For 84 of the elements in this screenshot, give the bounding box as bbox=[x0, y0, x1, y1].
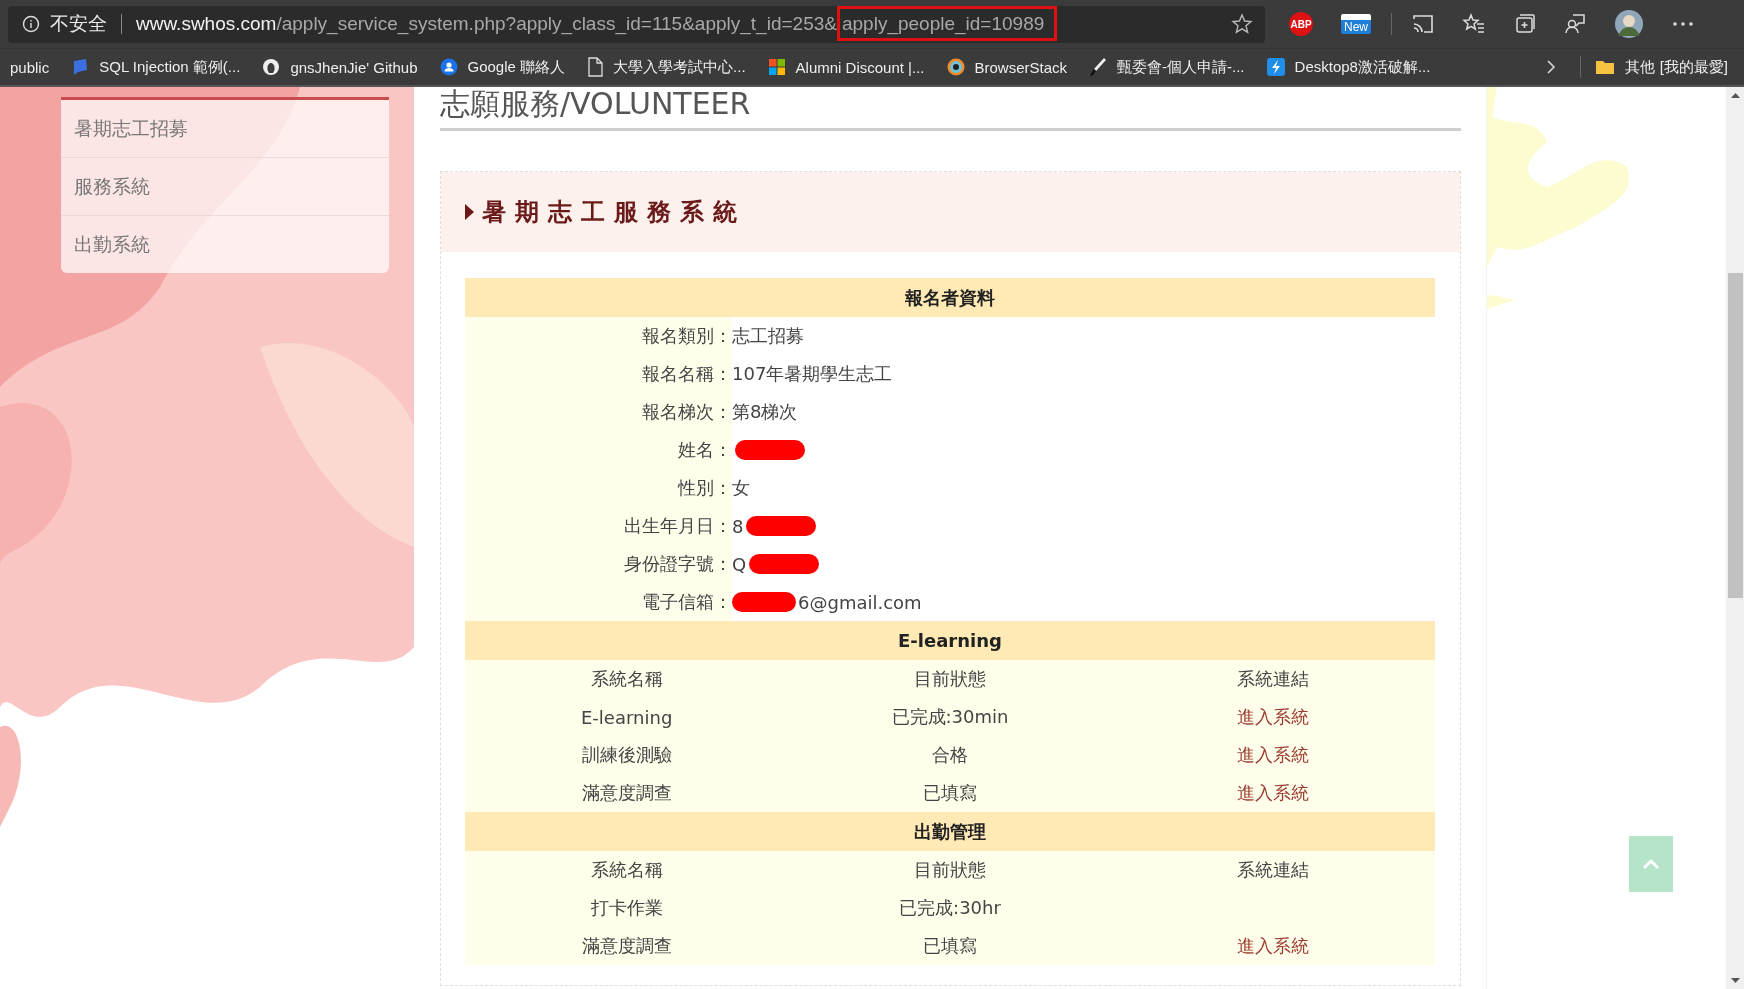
chat-bubble-icon bbox=[71, 58, 90, 76]
url-path: /apply_service_system.php?apply_class_id=115&apply_t_id=253& bbox=[276, 13, 837, 34]
more-icon[interactable] bbox=[1672, 21, 1694, 27]
sidebar-item[interactable]: 出勤系統 bbox=[61, 216, 389, 273]
enter-system-link[interactable]: 進入系統 bbox=[1237, 743, 1310, 767]
redaction-mark bbox=[735, 440, 805, 460]
panel-title: 暑期志工服務系統 bbox=[482, 197, 746, 228]
lightning-icon bbox=[1266, 58, 1285, 76]
redaction-mark bbox=[732, 592, 796, 612]
table-cell-text: 滿意度調查 bbox=[580, 781, 673, 805]
cast-icon[interactable] bbox=[1412, 14, 1434, 34]
sidebar-item[interactable]: 服務系統 bbox=[61, 158, 389, 216]
column-header: 系統名稱 bbox=[589, 858, 664, 882]
column-header: 目前狀態 bbox=[913, 667, 987, 691]
table-cell-text: 訓練後測驗 bbox=[580, 743, 673, 767]
field-label: 性別： bbox=[465, 469, 732, 507]
field-value: 女 bbox=[732, 476, 750, 500]
section-header: 出勤管理 bbox=[465, 812, 1435, 851]
bookmark[interactable]: 甄委會-個人申請-... bbox=[1089, 57, 1245, 77]
table-cell-text: 已完成:30min bbox=[890, 705, 1010, 729]
table-cell-text: 打卡作業 bbox=[589, 896, 664, 920]
field-label: 報名名稱： bbox=[465, 355, 732, 393]
favorites-icon[interactable] bbox=[1462, 13, 1486, 35]
section-header: 報名者資料 bbox=[465, 278, 1435, 317]
field-label: 出生年月日： bbox=[465, 507, 732, 545]
highlighted-url-part: apply_people_id=10989 bbox=[836, 6, 1058, 41]
chevron-up-icon bbox=[1642, 858, 1660, 870]
field-label: 報名梯次： bbox=[465, 393, 732, 431]
bookmark[interactable]: BrowserStack bbox=[946, 57, 1068, 77]
bookmark[interactable]: gnsJhenJie' Github bbox=[262, 57, 418, 77]
bookmark-folder[interactable]: 其他 [我的最愛] bbox=[1595, 57, 1728, 77]
redaction-mark bbox=[746, 516, 817, 536]
enter-system-link[interactable]: 進入系統 bbox=[1237, 934, 1310, 958]
column-header: 系統名稱 bbox=[589, 667, 664, 691]
scrollbar[interactable] bbox=[1726, 87, 1744, 989]
avatar-icon[interactable] bbox=[1614, 9, 1644, 39]
folder-icon bbox=[1595, 59, 1616, 75]
star-icon[interactable] bbox=[1231, 13, 1253, 35]
windows-logo-icon bbox=[767, 58, 786, 76]
chevron-right-icon[interactable] bbox=[1546, 59, 1557, 75]
table-cell-text: 已完成:30hr bbox=[898, 896, 1002, 920]
field-value: 志工招募 bbox=[732, 324, 804, 348]
page-icon bbox=[587, 57, 604, 77]
field-value: 8 bbox=[732, 515, 744, 537]
column-header: 系統連結 bbox=[1236, 858, 1311, 882]
bookmark[interactable]: public bbox=[10, 57, 50, 77]
field-label: 報名類別： bbox=[465, 317, 732, 355]
column-header: 系統連結 bbox=[1236, 667, 1311, 691]
info-icon[interactable] bbox=[22, 15, 40, 33]
enter-system-link[interactable]: 進入系統 bbox=[1237, 705, 1310, 729]
field-label: 電子信箱： bbox=[465, 583, 732, 621]
feedback-icon[interactable] bbox=[1564, 13, 1586, 35]
table-cell-text: 已填寫 bbox=[922, 781, 978, 805]
table-cell-text: E-learning bbox=[580, 705, 674, 730]
field-label: 身份證字號： bbox=[465, 545, 732, 583]
bookmark[interactable]: Alumni Discount |... bbox=[767, 57, 925, 77]
contact-icon bbox=[439, 58, 458, 76]
column-header: 目前狀態 bbox=[913, 858, 987, 882]
bookmark[interactable]: Desktop8激活破解... bbox=[1266, 57, 1431, 77]
bookmark[interactable]: SQL Injection 範例(... bbox=[71, 57, 241, 77]
table-cell-text: 已填寫 bbox=[922, 934, 978, 958]
redaction-mark bbox=[749, 554, 820, 574]
field-value: Q bbox=[732, 553, 747, 575]
table-cell-text: 合格 bbox=[931, 743, 969, 767]
field-value: 第8梯次 bbox=[732, 400, 798, 424]
eye-icon bbox=[946, 58, 965, 76]
field-label: 姓名： bbox=[465, 431, 732, 469]
extension-icon[interactable]: New bbox=[1341, 14, 1371, 34]
bookmark[interactable]: Google 聯絡人 bbox=[439, 57, 566, 77]
section-header: E-learning bbox=[465, 621, 1435, 660]
bookmark[interactable]: 大學入學考試中心... bbox=[587, 57, 746, 77]
address-bar[interactable]: 不安全 www.swhos.com/apply_service_system.php?apply_class_id=115&apply_t_id=253& apply_people_id=10989 bbox=[8, 5, 1265, 43]
collections-icon[interactable] bbox=[1514, 13, 1536, 35]
page-title: 志願服務/VOLUNTEER bbox=[440, 87, 1461, 131]
security-label: 不安全 bbox=[50, 11, 107, 36]
sidebar-item[interactable]: 暑期志工招募 bbox=[61, 100, 389, 158]
enter-system-link[interactable]: 進入系統 bbox=[1237, 781, 1310, 805]
url-domain: www.swhos.com bbox=[136, 13, 277, 34]
pen-icon bbox=[1089, 57, 1108, 77]
adblock-icon[interactable]: ABP bbox=[1289, 12, 1313, 36]
table-cell-text: 滿意度調查 bbox=[580, 934, 673, 958]
triangle-icon bbox=[465, 204, 474, 220]
field-value: 107年暑期學生志工 bbox=[732, 362, 893, 386]
field-value: 6@gmail.com bbox=[798, 591, 922, 613]
